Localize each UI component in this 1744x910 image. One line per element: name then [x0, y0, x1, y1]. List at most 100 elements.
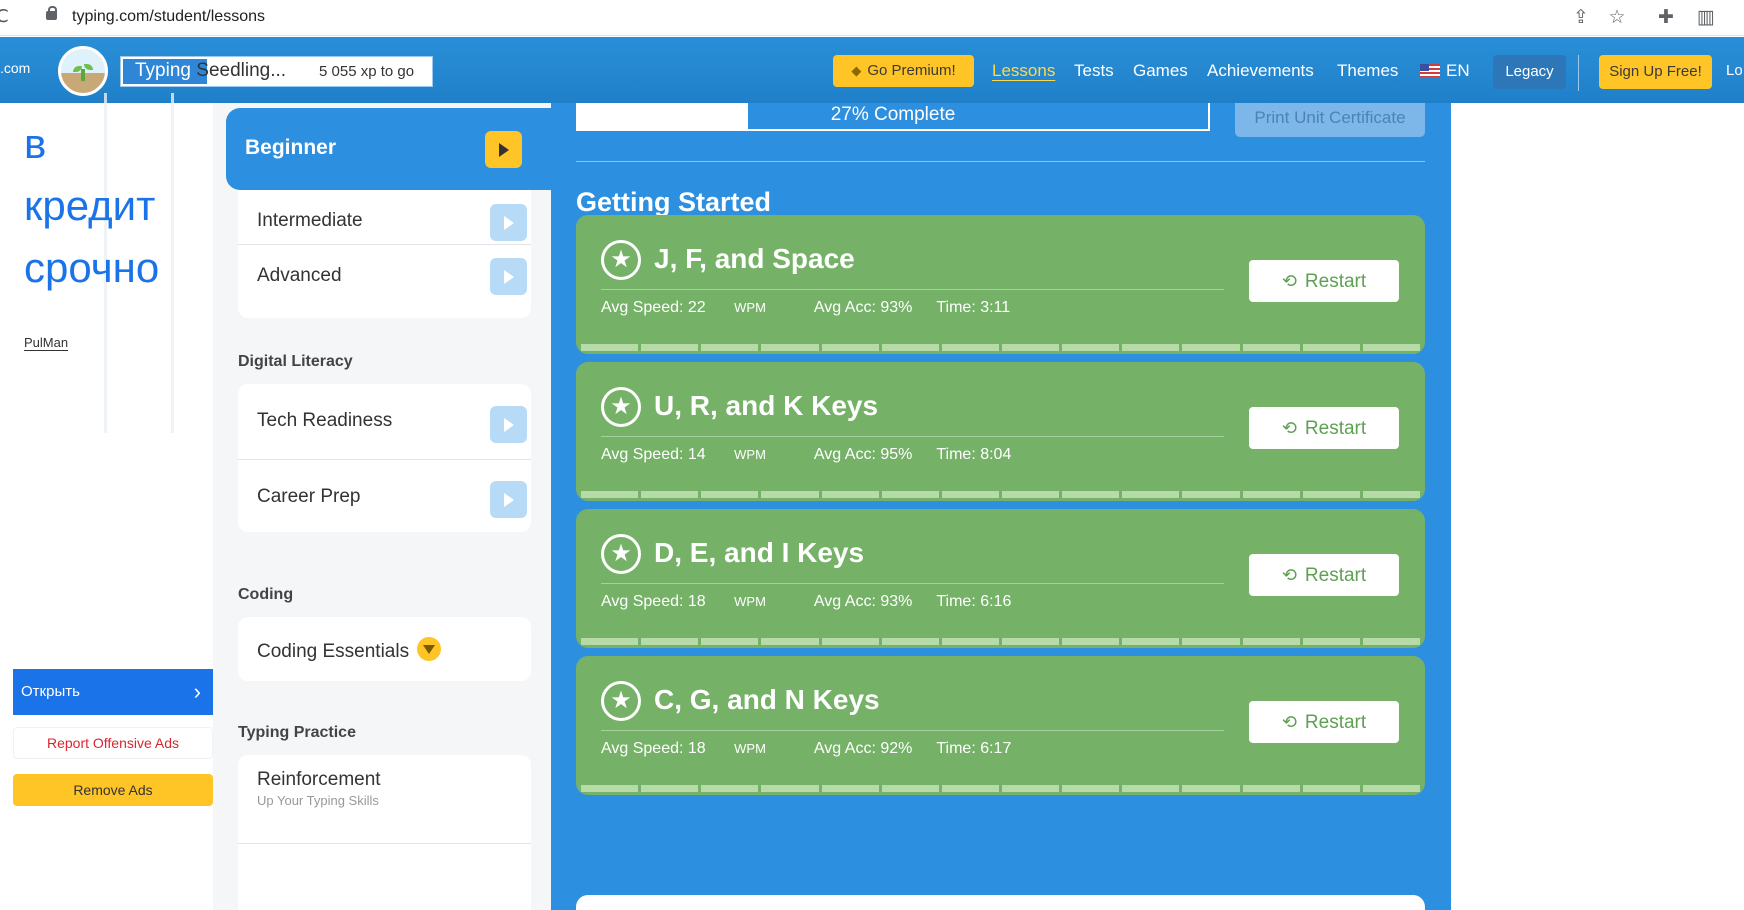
sidebar-item-beginner[interactable]: Beginner [226, 108, 551, 190]
avg-speed: Avg Speed: 14 WPM [601, 446, 790, 463]
site-logo[interactable]: .com [0, 60, 30, 76]
star-icon: ★ [601, 534, 641, 574]
ad-line-3: срочно [24, 244, 160, 291]
progress-segment [1302, 491, 1360, 498]
progress-segment [641, 785, 699, 792]
restart-button[interactable]: ⟲ Restart [1249, 701, 1399, 743]
avg-accuracy: Avg Acc: 93% [813, 593, 913, 610]
lesson-card[interactable]: ★ D, E, and I Keys Avg Speed: 18 WPM Avg … [576, 509, 1425, 648]
progress-segment [1302, 785, 1360, 792]
progress-segment [941, 638, 999, 645]
play-icon[interactable] [485, 131, 522, 168]
progress-segment [1242, 638, 1300, 645]
side-panel-icon[interactable]: ▥ [1694, 6, 1718, 30]
play-icon[interactable] [490, 258, 527, 295]
lesson-card[interactable]: ★ J, F, and Space Avg Speed: 22 WPM Avg A… [576, 215, 1425, 354]
language-selector[interactable]: EN [1420, 61, 1470, 81]
nav-themes[interactable]: Themes [1337, 61, 1398, 81]
sidebar-card-practice: Reinforcement Up Your Typing Skills [238, 755, 531, 910]
reload-icon[interactable]: C [0, 6, 9, 27]
progress-segment [1362, 638, 1420, 645]
sidebar-item-advanced[interactable]: Advanced [238, 245, 531, 327]
progress-segment [881, 785, 939, 792]
ad-open-button[interactable]: Открыть › [13, 669, 213, 715]
progress-segment [761, 638, 819, 645]
ad-column: в кредит срочно PulMan Открыть › Report O… [0, 93, 213, 910]
lesson-card[interactable]: ★ C, G, and N Keys Avg Speed: 18 WPM Avg … [576, 656, 1425, 795]
nav-tests[interactable]: Tests [1074, 61, 1114, 81]
progress-segment [821, 785, 879, 792]
progress-segment [761, 785, 819, 792]
sidebar-item-sublabel: Up Your Typing Skills [257, 793, 379, 808]
progress-segment [1242, 491, 1300, 498]
sidebar-item-label: Beginner [245, 136, 337, 159]
seedling-icon [73, 64, 93, 81]
progress-segment [881, 344, 939, 351]
progress-segment [821, 344, 879, 351]
sign-up-button[interactable]: Sign Up Free! [1599, 55, 1712, 89]
history-icon: ⟲ [1281, 271, 1297, 291]
extensions-icon[interactable]: ✚ [1654, 6, 1678, 30]
progress-segment [1242, 344, 1300, 351]
print-certificate-button[interactable]: Print Unit Certificate [1235, 103, 1425, 137]
progress-segment [701, 638, 759, 645]
lesson-title: J, F, and Space [654, 243, 855, 274]
ad-headline[interactable]: в кредит срочно [24, 113, 159, 299]
avatar[interactable] [58, 46, 108, 96]
lesson-title: D, E, and I Keys [654, 537, 865, 568]
sidebar-card-digital: Tech Readiness Career Prep [238, 384, 531, 532]
lock-icon[interactable] [46, 6, 57, 23]
progress-segment [1182, 638, 1240, 645]
language-label: EN [1446, 61, 1470, 80]
progress-segment [1182, 785, 1240, 792]
sidebar-item-reinforcement[interactable]: Reinforcement Up Your Typing Skills [238, 747, 531, 829]
star-icon: ★ [601, 681, 641, 721]
level-name-selected: Typing [135, 60, 197, 81]
remove-ads-button[interactable]: Remove Ads [13, 774, 213, 806]
level-name-rest: Seedling... [196, 60, 287, 81]
lesson-divider [601, 436, 1224, 437]
legacy-button[interactable]: Legacy [1493, 55, 1566, 89]
progress-segment [761, 344, 819, 351]
ad-brand-link[interactable]: PulMan [24, 335, 69, 351]
lesson-divider [601, 289, 1224, 290]
bookmark-star-icon[interactable]: ☆ [1605, 6, 1629, 30]
progress-segment [1001, 785, 1060, 792]
share-icon[interactable]: ⇪ [1569, 6, 1593, 30]
progress-segment [1062, 638, 1120, 645]
restart-button[interactable]: ⟲ Restart [1249, 554, 1399, 596]
sidebar-item-career-prep[interactable]: Career Prep [238, 460, 531, 542]
progress-segment [1362, 344, 1420, 351]
progress-segment [641, 344, 699, 351]
play-icon[interactable] [490, 204, 527, 241]
star-glyph: ★ [610, 392, 632, 420]
lesson-card-next[interactable] [576, 895, 1425, 910]
level-progress-box[interactable]: Typing Seedling... 5 055 xp to go [120, 56, 433, 87]
sidebar-item-coding-essentials[interactable]: Coding Essentials [238, 617, 531, 681]
login-link[interactable]: Lo [1726, 62, 1743, 79]
avg-speed-value: Avg Speed: 18 [601, 740, 706, 757]
progress-text: 27% Complete [830, 104, 956, 125]
play-icon[interactable] [490, 481, 527, 518]
progress-segment [1362, 491, 1420, 498]
address-bar[interactable]: typing.com/student/lessons [72, 8, 265, 26]
sidebar-item-label: Tech Readiness [257, 410, 393, 431]
play-icon[interactable] [490, 406, 527, 443]
nav-achievements[interactable]: Achievements [1207, 61, 1314, 81]
nav-lessons[interactable]: Lessons [992, 61, 1055, 81]
lesson-progress-segments [581, 785, 1420, 792]
progress-segment [1182, 491, 1240, 498]
progress-segment [941, 491, 999, 498]
lesson-card[interactable]: ★ U, R, and K Keys Avg Speed: 14 WPM Avg … [576, 362, 1425, 501]
report-ads-button[interactable]: Report Offensive Ads [13, 727, 213, 759]
progress-segment [1302, 638, 1360, 645]
go-premium-button[interactable]: ◆ Go Premium! [833, 55, 974, 87]
progress-segment [941, 344, 999, 351]
sidebar-item-tech-readiness[interactable]: Tech Readiness [238, 384, 531, 466]
restart-button[interactable]: ⟲ Restart [1249, 407, 1399, 449]
nav-games[interactable]: Games [1133, 61, 1188, 81]
restart-button[interactable]: ⟲ Restart [1249, 260, 1399, 302]
progress-segment [881, 491, 939, 498]
ad-line-1: в [24, 120, 47, 167]
progress-segment [1182, 344, 1240, 351]
